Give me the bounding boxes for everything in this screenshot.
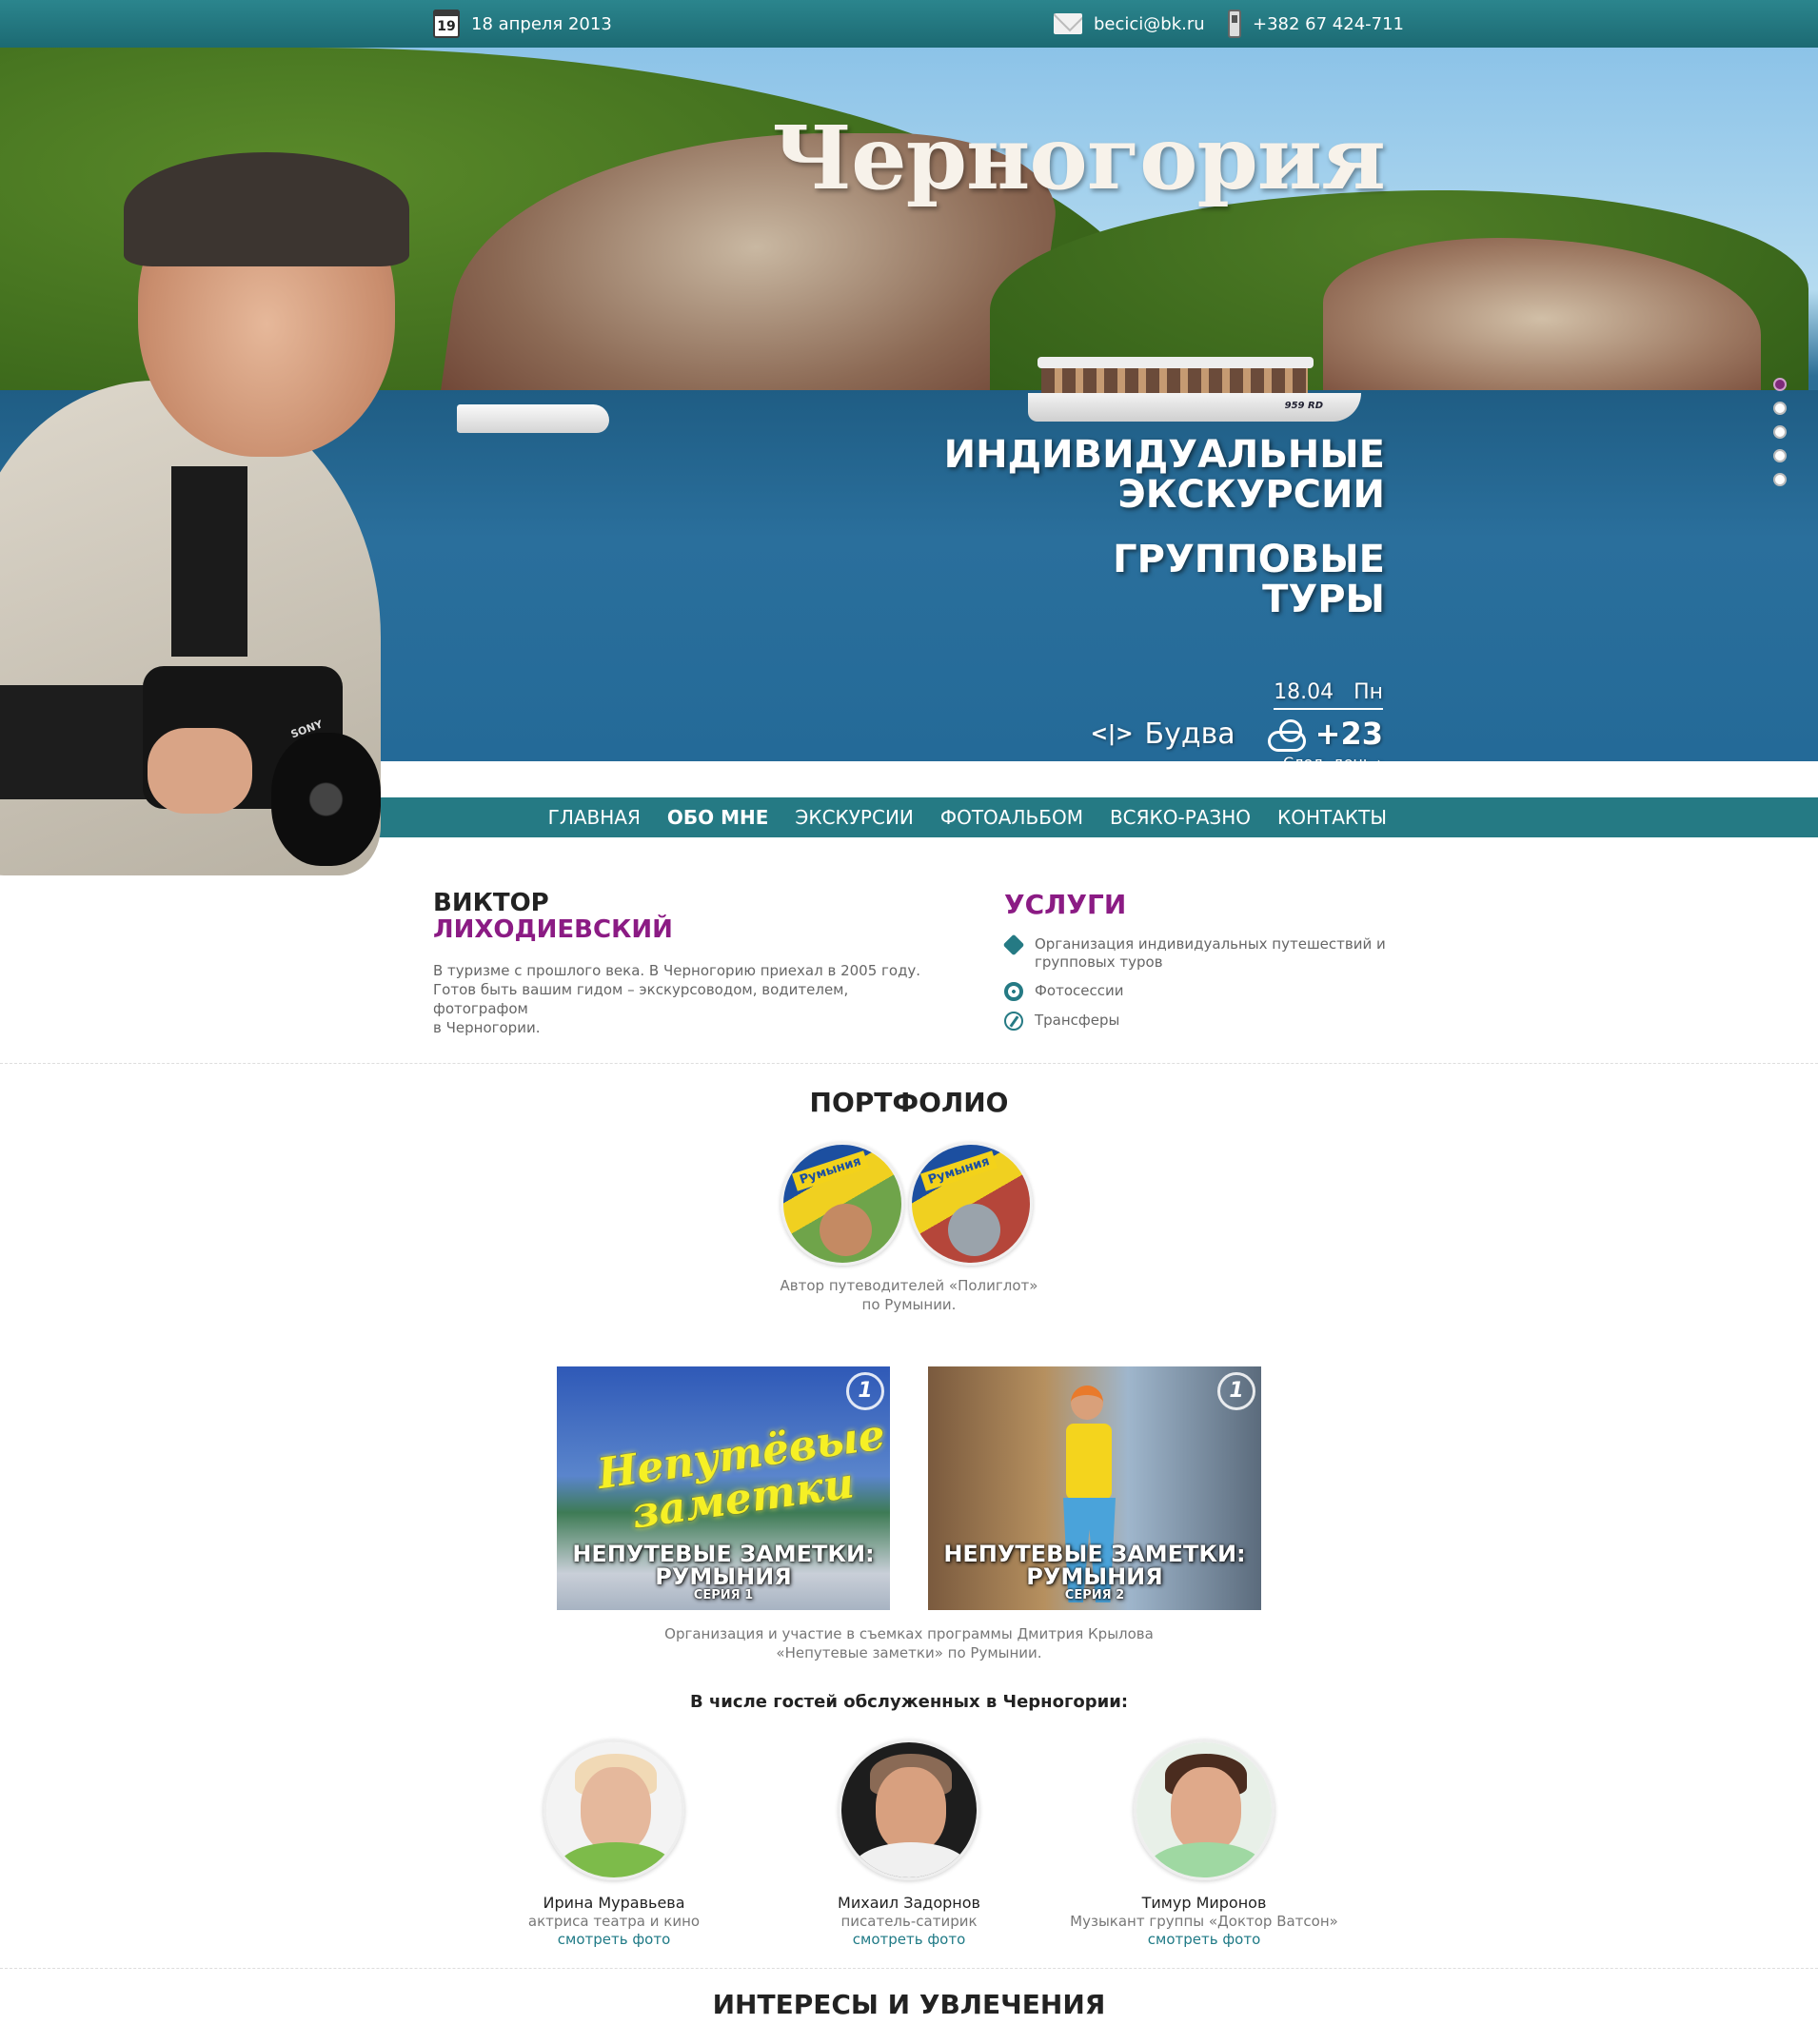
view-photo-link[interactable]: смотреть фото — [757, 1931, 1061, 1948]
divider — [0, 1968, 1818, 1969]
weather-date: 18.04 Пн — [1274, 680, 1383, 710]
interests-title: ИНТЕРЕСЫ И УВЛЕЧЕНИЯ — [712, 1989, 1106, 2020]
nav-excursions[interactable]: Экскурсии — [795, 806, 913, 829]
top-bar: 19 18 апреля 2013 becici@bk.ru +382 67 4… — [0, 0, 1818, 48]
services-section: УСЛУГИ Организация индивидуальных путеше… — [1002, 889, 1404, 1041]
boat-number: 959 RD — [1284, 401, 1323, 411]
channel-one-logo: 1 — [1217, 1372, 1255, 1410]
calendar-icon: 19 — [433, 10, 460, 38]
guest-role: писатель-сатирик — [840, 1913, 978, 1930]
excursion-boat: 959 RD — [1028, 357, 1361, 423]
guest-name: Ирина Муравьева — [543, 1894, 685, 1912]
email-item[interactable]: becici@bk.ru — [1054, 0, 1205, 48]
slogan-group: ГРУППОВЫЕ ТУРЫ — [1113, 538, 1385, 621]
video-thumbnail-2[interactable]: 1 НЕПУТЕВЫЕ ЗАМЕТКИ: РУМЫНИЯ СЕРИЯ 2 — [928, 1366, 1261, 1610]
speedboat — [457, 404, 609, 433]
slider-dot-5[interactable] — [1773, 473, 1787, 486]
email-link[interactable]: becici@bk.ru — [1094, 14, 1205, 34]
service-item-photosessions: Фотосессии — [1004, 982, 1404, 1001]
video-neon-title: Непутёвые заметки — [594, 1410, 888, 1539]
current-date: 18 апреля 2013 — [471, 13, 612, 34]
guests-title: В числе гостей обслуженных в Черногории: — [689, 1692, 1129, 1712]
book-cover-1[interactable]: Румыния — [781, 1142, 904, 1266]
guest-card-3: Тимур Миронов Музыкант группы «Доктор Ва… — [1052, 1739, 1356, 1948]
nav-misc[interactable]: Всяко-разно — [1110, 806, 1251, 829]
compass-icon — [1004, 1012, 1023, 1031]
nav-about[interactable]: Обо мне — [667, 806, 769, 829]
slider-dots — [1773, 378, 1788, 497]
slider-dot-1[interactable] — [1773, 378, 1787, 391]
service-item-transfers: Трансферы — [1004, 1012, 1404, 1031]
weather-city: Будва — [1144, 717, 1235, 751]
phone-icon — [1228, 10, 1241, 38]
camera-shutter-icon — [1004, 982, 1023, 1001]
videos-caption: Организация и участие в съемках программ… — [664, 1625, 1154, 1661]
date-item: 19 18 апреля 2013 — [433, 0, 612, 48]
about-first-name: ВИКТОР — [433, 889, 549, 917]
guest-role: Музыкант группы «Доктор Ватсон» — [1070, 1913, 1338, 1930]
video-thumbnail-1[interactable]: Непутёвые заметки 1 НЕПУТЕВЫЕ ЗАМЕТКИ: РУ… — [557, 1366, 890, 1610]
slogan-individual: ИНДИВИДУАЛЬНЫЕ ЭКСКУРСИИ — [943, 433, 1385, 517]
guest-card-1: Ирина Муравьева актриса театра и кино см… — [462, 1739, 766, 1948]
hero-title: Черногория — [772, 107, 1386, 209]
guest-photo[interactable] — [839, 1739, 979, 1880]
about-section: ВИКТОР ЛИХОДИЕВСКИЙ В туризме с прошлого… — [433, 889, 928, 1037]
guest-photo[interactable] — [543, 1739, 684, 1880]
phone-item: +382 67 424-711 — [1228, 0, 1404, 48]
guest-role: актриса театра и кино — [527, 1913, 701, 1930]
portfolio-title: ПОРТФОЛИО — [809, 1087, 1009, 1118]
service-item-tours: Организация индивидуальных путешествий и… — [1002, 934, 1404, 972]
book-cover-2[interactable]: Румыния — [909, 1142, 1033, 1266]
guide-photo: SONY — [0, 152, 409, 875]
video-caption-2: НЕПУТЕВЫЕ ЗАМЕТКИ: РУМЫНИЯ СЕРИЯ 2 — [943, 1541, 1246, 1602]
about-text: В туризме с прошлого века. В Черногорию … — [433, 962, 921, 1036]
nav-home[interactable]: Главная — [548, 806, 641, 829]
weather-widget: 18.04 Пн <|> Будва +23 След. день › — [1091, 680, 1383, 761]
nav-contacts[interactable]: Контакты — [1277, 806, 1387, 829]
partly-cloudy-icon — [1266, 719, 1306, 752]
view-photo-link[interactable]: смотреть фото — [1052, 1931, 1356, 1948]
guest-photo[interactable] — [1134, 1739, 1275, 1880]
about-last-name: ЛИХОДИЕВСКИЙ — [433, 915, 673, 944]
tag-icon — [1002, 934, 1025, 956]
code-brackets-icon: <|> — [1090, 721, 1134, 746]
services-title: УСЛУГИ — [1004, 889, 1127, 920]
nav-photoalbum[interactable]: Фотоальбом — [940, 806, 1083, 829]
guest-card-2: Михаил Задорнов писатель-сатирик смотрет… — [757, 1739, 1061, 1948]
divider — [0, 1063, 1818, 1064]
guest-name: Михаил Задорнов — [838, 1894, 980, 1912]
slider-dot-2[interactable] — [1773, 402, 1787, 415]
books-caption: Автор путеводителей «Полиглот» по Румыни… — [780, 1277, 1038, 1313]
slider-dot-3[interactable] — [1773, 425, 1787, 439]
chevron-right-icon: › — [1376, 754, 1383, 761]
video-caption-1: НЕПУТЕВЫЕ ЗАМЕТКИ: РУМЫНИЯ СЕРИЯ 1 — [572, 1541, 875, 1602]
slider-dot-4[interactable] — [1773, 449, 1787, 462]
phone-number: +382 67 424-711 — [1253, 13, 1404, 34]
next-day-link[interactable]: След. день › — [1091, 754, 1383, 761]
view-photo-link[interactable]: смотреть фото — [462, 1931, 766, 1948]
guest-name: Тимур Миронов — [1141, 1894, 1267, 1912]
envelope-icon — [1054, 13, 1082, 34]
weather-temp: +23 — [1314, 716, 1383, 752]
channel-one-logo: 1 — [846, 1372, 884, 1410]
